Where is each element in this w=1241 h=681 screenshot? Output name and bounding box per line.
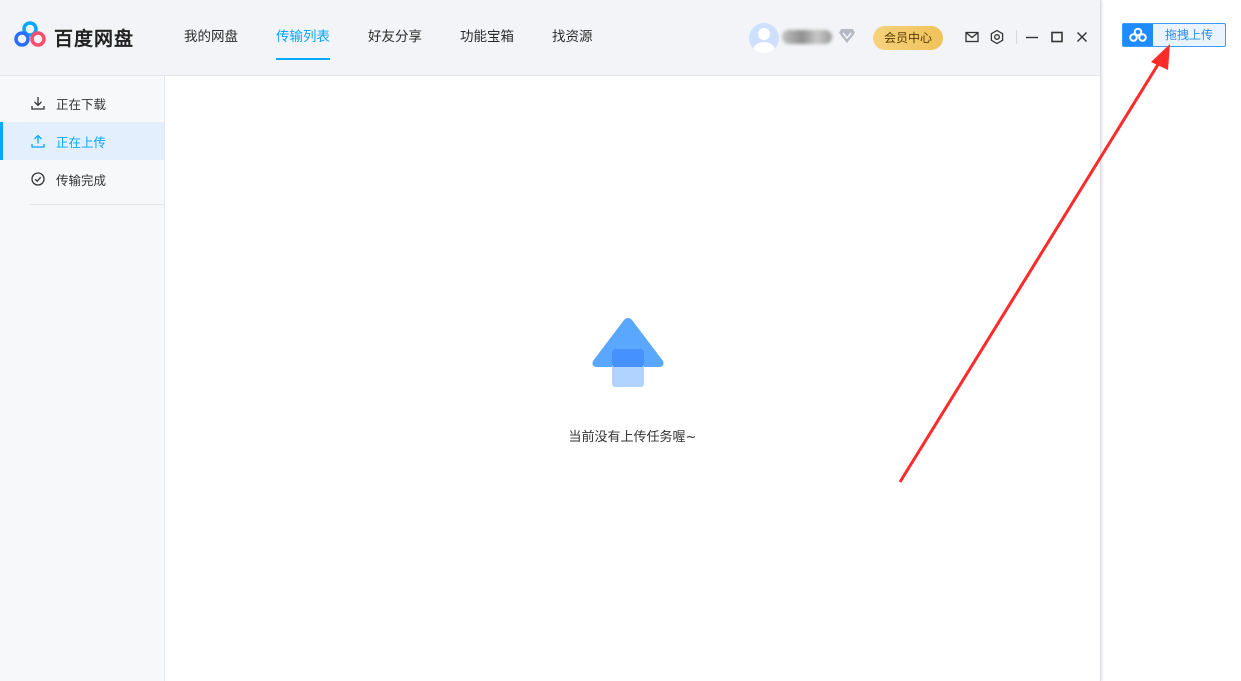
check-circle-icon [30, 171, 46, 187]
tab-my-netdisk[interactable]: 我的网盘 [184, 0, 238, 75]
sidebar-item-uploading[interactable]: 正在上传 [0, 122, 164, 160]
vip-center-button[interactable]: 会员中心 [873, 26, 943, 50]
maximize-icon[interactable] [1049, 29, 1065, 45]
upload-icon [30, 133, 46, 149]
sidebar-item-label: 传输完成 [56, 170, 106, 189]
drag-upload-widget[interactable]: 拖拽上传 [1122, 23, 1226, 47]
upload-arrow-icon [591, 317, 665, 393]
app-logo[interactable]: 百度网盘 [14, 21, 134, 53]
tab-toolbox[interactable]: 功能宝箱 [460, 0, 514, 75]
diamond-icon[interactable] [838, 28, 856, 48]
settings-icon[interactable] [989, 29, 1005, 45]
main-nav: 我的网盘 传输列表 好友分享 功能宝箱 找资源 [184, 0, 631, 75]
tab-transfer-list[interactable]: 传输列表 [276, 0, 330, 75]
sidebar-item-completed[interactable]: 传输完成 [0, 160, 164, 198]
username-blurred[interactable] [782, 30, 832, 44]
drag-upload-label: 拖拽上传 [1153, 24, 1225, 46]
transfer-sidebar: 正在下载 正在上传 传输完成 [0, 76, 165, 681]
sidebar-item-downloading[interactable]: 正在下载 [0, 84, 164, 122]
title-bar: 百度网盘 我的网盘 传输列表 好友分享 功能宝箱 找资源 会员中心 [0, 0, 1100, 76]
download-icon [30, 95, 46, 111]
baidu-netdisk-logo-icon [1123, 24, 1153, 46]
app-window: 百度网盘 我的网盘 传输列表 好友分享 功能宝箱 找资源 会员中心 [0, 0, 1101, 681]
sidebar-item-label: 正在下载 [56, 94, 106, 113]
mail-icon[interactable] [964, 29, 980, 45]
tab-find-resources[interactable]: 找资源 [552, 0, 593, 75]
sidebar-divider [30, 204, 164, 205]
toolbar-divider [1016, 30, 1017, 44]
app-title: 百度网盘 [54, 24, 134, 51]
tab-friend-share[interactable]: 好友分享 [368, 0, 422, 75]
baidu-netdisk-logo-icon [14, 21, 46, 53]
user-avatar[interactable] [749, 23, 779, 53]
minimize-icon[interactable] [1024, 29, 1040, 45]
sidebar-item-label: 正在上传 [56, 132, 106, 151]
empty-state-text: 当前没有上传任务喔~ [500, 426, 765, 445]
close-icon[interactable] [1074, 29, 1090, 45]
